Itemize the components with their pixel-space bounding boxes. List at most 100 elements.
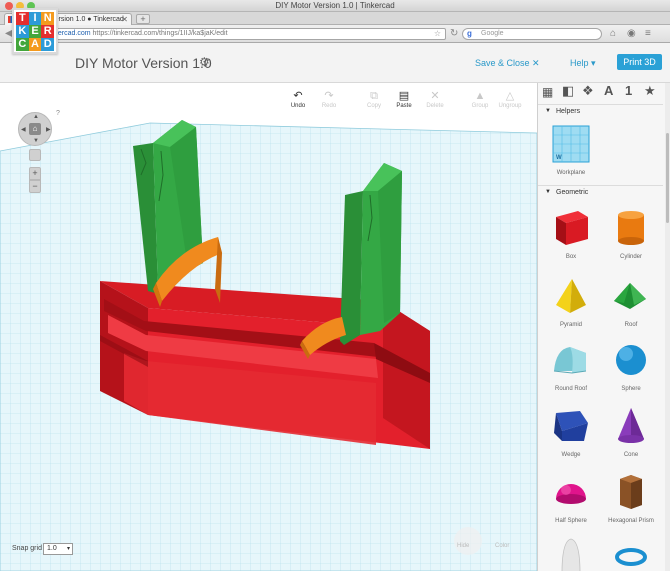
- google-icon: g: [467, 29, 472, 38]
- redo-icon: ↷: [324, 90, 334, 102]
- browser-tabbar: DIY Motor Version 1.0 ● Tinkercad ✕ +: [0, 12, 670, 25]
- ungroup-icon: △: [505, 90, 515, 102]
- print-3d-button[interactable]: Print 3D: [617, 54, 662, 70]
- paste-button[interactable]: ▤ Paste: [389, 90, 419, 110]
- new-tab-button[interactable]: +: [136, 14, 150, 24]
- search-placeholder: Google: [481, 30, 504, 37]
- helpers-section-header[interactable]: ▼ Helpers: [538, 104, 663, 118]
- star-icon[interactable]: ★: [644, 83, 656, 99]
- orbit-right-icon[interactable]: ▶: [46, 126, 51, 133]
- paste-icon: ▤: [398, 90, 410, 102]
- logo-letter: C: [16, 38, 29, 51]
- logo-letter: K: [16, 25, 29, 38]
- page-title: DIY Motor Version 1.0: [75, 55, 212, 71]
- cone-icon: [618, 408, 644, 443]
- chevron-down-icon: ▾: [66, 546, 70, 552]
- fit-view-button[interactable]: [29, 149, 41, 161]
- redo-button[interactable]: ↷ Redo: [314, 90, 344, 110]
- copy-button[interactable]: ⧉ Copy: [359, 90, 389, 110]
- delete-icon: ✕: [430, 90, 440, 102]
- workplane-grid-icon[interactable]: ▦: [542, 84, 553, 100]
- snap-grid-label: Snap grid: [12, 545, 42, 552]
- box-shape-item[interactable]: Box: [540, 207, 602, 262]
- workplane-canvas[interactable]: ↶ Undo ↷ Redo ⧉ Copy ▤ Paste ✕ Delete ▲ …: [0, 83, 537, 571]
- undo-icon: ↶: [293, 90, 303, 102]
- help-question-icon[interactable]: ?: [56, 110, 60, 117]
- tinkercad-logo[interactable]: T I N K E R C A D: [12, 8, 58, 54]
- shapes-sidebar: ▦ ◧ ❖ A 1 ★ ▼ Helpers W Workplane ▼ Geom…: [537, 83, 670, 571]
- logo-letter: T: [16, 12, 29, 25]
- half-sphere-shape-item[interactable]: Half Sphere: [540, 471, 602, 526]
- caret-down-icon: ▼: [545, 189, 551, 195]
- edit-toolbar: ↶ Undo ↷ Redo ⧉ Copy ▤ Paste ✕ Delete ▲ …: [283, 90, 528, 114]
- caret-down-icon: ▼: [545, 108, 551, 114]
- scrollbar-thumb[interactable]: [666, 133, 669, 223]
- tab-close-icon[interactable]: ✕: [121, 14, 128, 25]
- group-button[interactable]: ▲ Group: [465, 90, 495, 110]
- zoom-in-button[interactable]: +: [29, 167, 41, 180]
- roof-shape-item[interactable]: Roof: [600, 275, 662, 330]
- paraboloid-shape-item[interactable]: [540, 535, 602, 571]
- cubes-icon[interactable]: ❖: [582, 83, 594, 99]
- round-roof-shape-item[interactable]: Round Roof: [540, 339, 602, 394]
- hide-label[interactable]: Hide: [457, 543, 469, 549]
- wedge-shape-item[interactable]: Wedge: [540, 405, 602, 460]
- box-icon: [556, 211, 588, 245]
- sphere-shape-item[interactable]: Sphere: [600, 339, 662, 394]
- orbit-control[interactable]: ▲ ▼ ◀ ▶ ⌂: [18, 112, 52, 146]
- logo-letter: D: [41, 38, 54, 51]
- hexagonal-prism-icon: [620, 475, 642, 509]
- url-input[interactable]: tinkercad.com https://tinkercad.com/thin…: [26, 28, 446, 40]
- extension-icon[interactable]: ◉: [627, 28, 636, 39]
- workplane-icon: W: [552, 125, 590, 163]
- orbit-left-icon[interactable]: ◀: [21, 126, 26, 133]
- sidebar-tabs: ▦ ◧ ❖ A 1 ★: [538, 83, 670, 99]
- pyramid-icon: [556, 279, 586, 313]
- hexagonal-prism-shape-item[interactable]: Hexagonal Prism: [600, 471, 662, 526]
- home-view-icon[interactable]: ⌂: [29, 123, 41, 135]
- cylinder-shape-item[interactable]: Cylinder: [600, 207, 662, 262]
- home-icon[interactable]: ⌂: [610, 28, 616, 39]
- pyramid-shape-item[interactable]: Pyramid: [540, 275, 602, 330]
- sphere-icon: [616, 345, 646, 375]
- text-shapes-icon[interactable]: A: [604, 83, 613, 99]
- copy-icon: ⧉: [370, 90, 378, 102]
- orbit-down-icon[interactable]: ▼: [33, 138, 39, 144]
- orbit-up-icon[interactable]: ▲: [33, 114, 39, 120]
- save-close-button[interactable]: Save & Close ✕: [475, 58, 540, 69]
- app-header: DIY Motor Version 1.0 ⚙ Save & Close ✕ H…: [0, 43, 670, 83]
- window-title: DIY Motor Version 1.0 | Tinkercad: [275, 1, 395, 10]
- cube-icon[interactable]: ◧: [562, 83, 574, 99]
- paraboloid-icon: [561, 538, 581, 571]
- geometric-section-header[interactable]: ▼ Geometric: [538, 185, 663, 199]
- logo-letter: A: [28, 38, 42, 51]
- roof-icon: [614, 283, 646, 309]
- reload-icon[interactable]: ↻: [450, 28, 458, 39]
- snap-grid-select[interactable]: 1.0 ▾: [43, 543, 73, 555]
- ungroup-button[interactable]: △ Ungroup: [495, 90, 525, 110]
- search-input[interactable]: g Google: [462, 28, 602, 40]
- number-shapes-icon[interactable]: 1: [625, 83, 632, 99]
- window-titlebar: DIY Motor Version 1.0 | Tinkercad: [0, 0, 670, 12]
- round-roof-icon: [553, 347, 587, 374]
- help-menu[interactable]: Help ▾: [570, 58, 596, 69]
- torus-icon: [615, 548, 647, 566]
- torus-shape-item[interactable]: [600, 535, 662, 571]
- menu-icon[interactable]: ≡: [645, 28, 651, 39]
- color-label[interactable]: Color: [495, 543, 509, 549]
- wedge-icon: [554, 411, 588, 441]
- workplane-helper[interactable]: W Workplane: [540, 123, 602, 178]
- svg-text:W: W: [556, 155, 562, 161]
- cone-shape-item[interactable]: Cone: [600, 405, 662, 460]
- half-sphere-icon: [556, 484, 586, 504]
- zoom-out-button[interactable]: −: [29, 180, 41, 193]
- group-icon: ▲: [474, 90, 486, 102]
- logo-letter: E: [28, 25, 42, 38]
- gear-icon[interactable]: ⚙: [199, 55, 210, 69]
- logo-letter: I: [28, 12, 42, 25]
- undo-button[interactable]: ↶ Undo: [283, 90, 313, 110]
- delete-button[interactable]: ✕ Delete: [420, 90, 450, 110]
- bookmark-star-icon[interactable]: ☆: [434, 29, 441, 39]
- sidebar-scrollbar[interactable]: [665, 83, 670, 571]
- scene-3d[interactable]: [0, 83, 537, 571]
